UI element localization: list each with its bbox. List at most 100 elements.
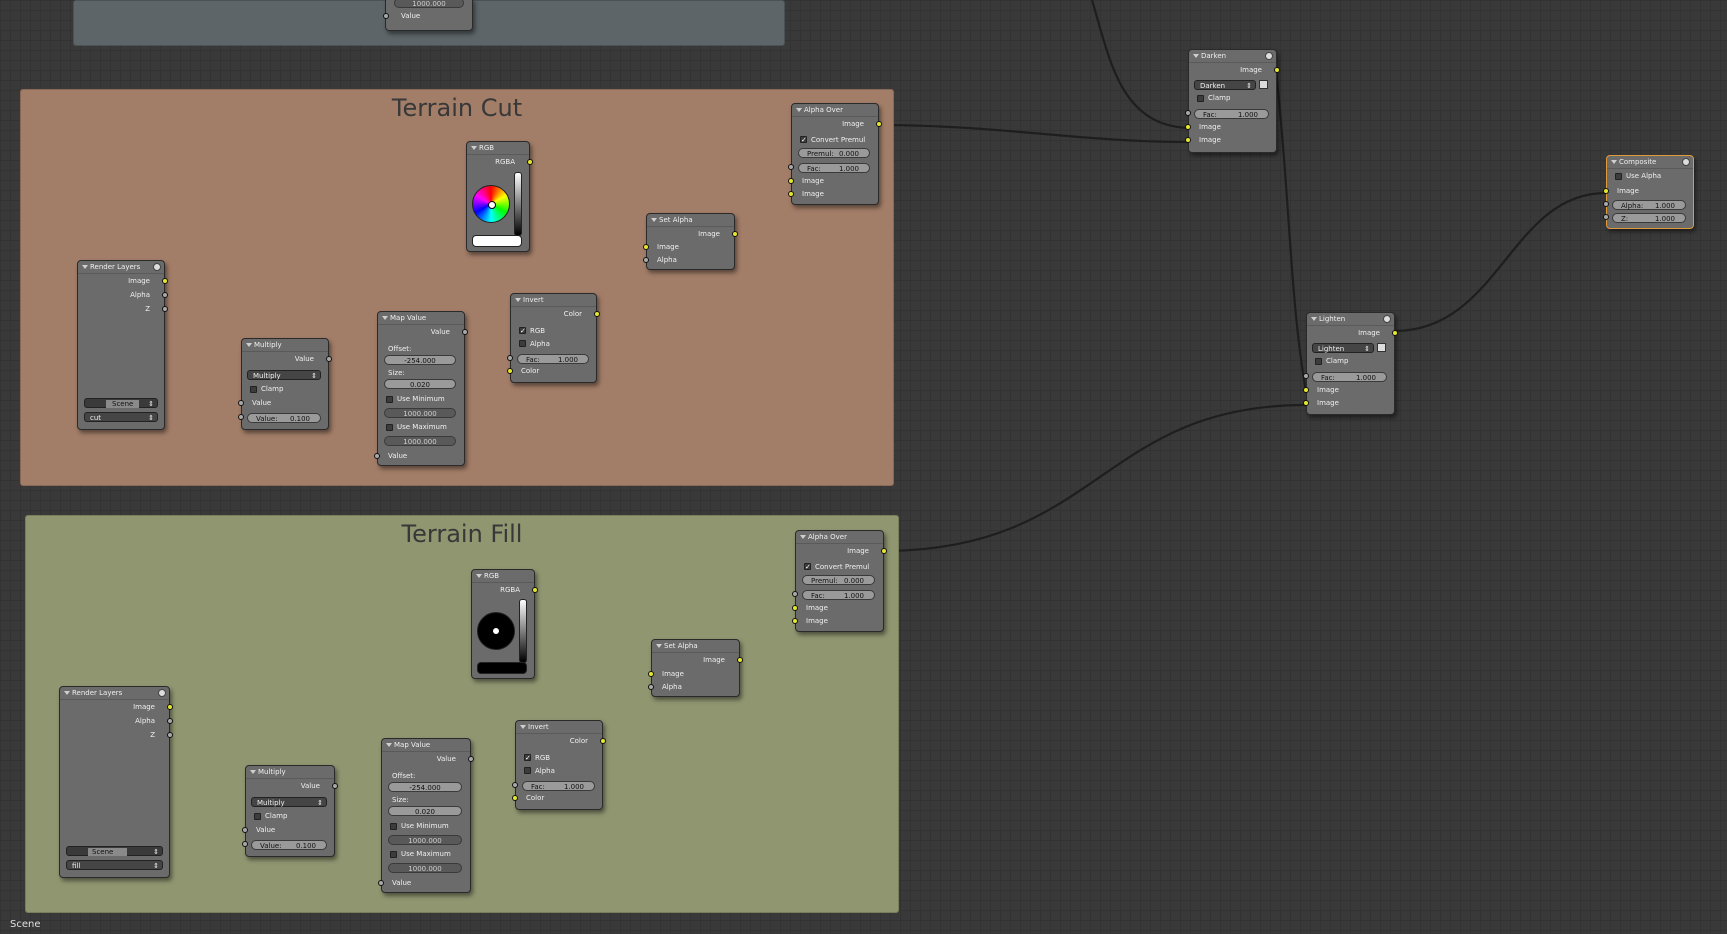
node-header[interactable]: Render Layers (60, 687, 169, 700)
value-field[interactable]: Value: 0.100 (247, 413, 321, 423)
min-field[interactable]: 1000.000 (388, 835, 462, 845)
render-layers-node-fill[interactable]: Render Layers Image Alpha Z Scene fill (59, 686, 173, 878)
node-header[interactable]: Set Alpha (647, 214, 734, 227)
input-image-socket[interactable] (1185, 137, 1191, 143)
output-image-socket[interactable] (732, 231, 738, 237)
node-header[interactable]: Map Value (378, 312, 464, 325)
offset-field[interactable]: -254.000 (384, 355, 456, 365)
rgb-node-cut[interactable]: RGB RGBA (466, 141, 533, 252)
use-minimum-checkbox[interactable] (390, 823, 397, 830)
set-alpha-node-fill[interactable]: Set Alpha Image Image Alpha (648, 639, 743, 697)
render-layers-node-cut[interactable]: Render Layers Image Alpha Z Scene cut (77, 260, 168, 430)
clamp-checkbox[interactable] (250, 386, 257, 393)
map-value-node-fill[interactable]: Map Value Value Offset: -254.000 Size: 0… (378, 738, 474, 893)
color-swatch[interactable] (477, 662, 527, 674)
input-image-socket[interactable] (1185, 124, 1191, 130)
output-image-socket[interactable] (876, 121, 882, 127)
use-maximum-checkbox[interactable] (386, 424, 393, 431)
alpha-checkbox[interactable] (524, 767, 531, 774)
operation-dropdown[interactable]: Multiply (247, 370, 321, 381)
max-field[interactable]: 1000.000 (384, 436, 456, 446)
output-alpha-socket[interactable] (167, 718, 173, 724)
multiply-node-cut[interactable]: Multiply Value Multiply Clamp Value Valu… (238, 338, 332, 430)
use-maximum-checkbox[interactable] (390, 851, 397, 858)
input-value-socket[interactable] (242, 827, 248, 833)
fac-field[interactable]: Fac: 1.000 (1194, 109, 1269, 119)
input-image-socket[interactable] (1303, 400, 1309, 406)
input-image-socket[interactable] (1303, 387, 1309, 393)
node-header[interactable]: Invert (516, 721, 602, 734)
use-alpha-checkbox[interactable] (1615, 173, 1622, 180)
invert-node-cut[interactable]: Invert Color ✓ RGB Alpha Fac: 1.000 Color (507, 293, 600, 383)
node-header[interactable]: Composite (1607, 156, 1693, 169)
top-partial-node[interactable]: 1000.000 Value (383, 0, 473, 31)
layer-selector[interactable]: fill (66, 860, 163, 871)
output-value-socket[interactable] (462, 329, 468, 335)
color-wheel[interactable] (472, 185, 510, 223)
output-alpha-socket[interactable] (162, 292, 168, 298)
node-header[interactable]: Multiply (246, 766, 334, 779)
convert-premul-checkbox[interactable]: ✓ (800, 136, 807, 144)
node-header[interactable]: Darken (1189, 50, 1276, 63)
input-alpha-socket[interactable] (648, 684, 654, 690)
node-header[interactable]: Alpha Over (796, 531, 883, 544)
value-field-socket[interactable] (238, 414, 244, 420)
clamp-checkbox[interactable] (1197, 95, 1204, 102)
convert-premul-checkbox[interactable]: ✓ (804, 563, 811, 571)
node-header[interactable]: Multiply (242, 339, 328, 352)
node-header[interactable]: Set Alpha (652, 640, 739, 653)
min-field[interactable]: 1000.000 (384, 408, 456, 418)
fac-field[interactable]: Fac: 1.000 (522, 781, 595, 791)
node-header[interactable]: RGB (467, 142, 529, 155)
input-image-socket[interactable] (788, 178, 794, 184)
use-minimum-checkbox[interactable] (386, 396, 393, 403)
alpha-over-node-cut[interactable]: Alpha Over Image ✓ Convert Premul Premul… (788, 103, 882, 205)
node-header[interactable]: RGB (472, 570, 534, 583)
clamp-checkbox[interactable] (254, 813, 261, 820)
node-header[interactable]: Lighten (1307, 313, 1394, 326)
z-field[interactable]: Z: 1.000 (1612, 213, 1686, 223)
input-image-socket[interactable] (643, 244, 649, 250)
output-rgba-socket[interactable] (527, 159, 533, 165)
fac-socket[interactable] (1185, 110, 1191, 116)
input-color-socket[interactable] (512, 795, 518, 801)
value-field[interactable]: Value: 0.100 (251, 840, 327, 850)
premul-field[interactable]: Premul: 0.000 (802, 575, 875, 585)
value-slider[interactable] (519, 599, 527, 663)
color-wheel[interactable] (477, 612, 515, 650)
input-image-socket[interactable] (792, 618, 798, 624)
top-frame[interactable]: 1000.000 Value (73, 0, 785, 46)
clamp-checkbox[interactable] (1315, 358, 1322, 365)
output-rgba-socket[interactable] (532, 587, 538, 593)
rgb-checkbox[interactable]: ✓ (524, 754, 531, 762)
node-header[interactable]: Invert (511, 294, 596, 307)
operation-dropdown[interactable]: Multiply (251, 797, 327, 808)
alpha-over-node-fill[interactable]: Alpha Over Image ✓ Convert Premul Premul… (792, 530, 887, 632)
input-value-socket[interactable] (238, 400, 244, 406)
alpha-toggle-icon[interactable] (1377, 343, 1386, 352)
color-wheel-cursor[interactable] (493, 628, 499, 634)
output-image-socket[interactable] (737, 657, 743, 663)
z-socket[interactable] (1603, 214, 1609, 220)
alpha-field[interactable]: Alpha: 1.000 (1612, 200, 1686, 210)
input-value-socket[interactable] (374, 453, 380, 459)
invert-node-fill[interactable]: Invert Color ✓ RGB Alpha Fac: 1.000 Color (512, 720, 606, 810)
input-image-socket[interactable] (648, 671, 654, 677)
top-value-socket[interactable] (383, 13, 389, 19)
rgb-node-fill[interactable]: RGB RGBA (471, 569, 538, 679)
output-image-socket[interactable] (881, 548, 887, 554)
lighten-node[interactable]: Lighten Image Lighten Clamp Fac:1.000 Im… (1303, 312, 1398, 415)
offset-field[interactable]: -254.000 (388, 782, 462, 792)
fac-field[interactable]: Fac: 1.000 (798, 163, 870, 173)
set-alpha-node-cut[interactable]: Set Alpha Image Image Alpha (643, 213, 738, 270)
input-alpha-socket[interactable] (643, 257, 649, 263)
output-color-socket[interactable] (600, 738, 606, 744)
input-image-socket[interactable] (1603, 188, 1609, 194)
layer-selector[interactable]: cut (84, 412, 158, 423)
fac-socket[interactable] (1303, 373, 1309, 379)
output-image-socket[interactable] (1392, 330, 1398, 336)
darken-node[interactable]: Darken Image Darken Clamp Fac:1.000 Imag… (1185, 49, 1280, 153)
output-color-socket[interactable] (594, 311, 600, 317)
size-field[interactable]: 0.020 (384, 379, 456, 389)
alpha-checkbox[interactable] (519, 340, 526, 347)
